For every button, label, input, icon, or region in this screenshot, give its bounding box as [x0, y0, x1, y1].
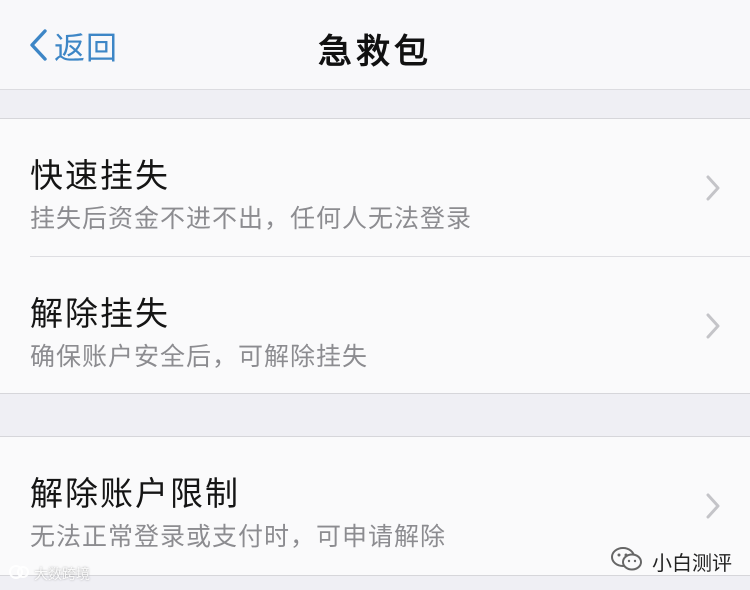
- page-title: 急救包: [318, 32, 432, 72]
- list-item-subtitle: 无法正常登录或支付时，可申请解除: [30, 522, 447, 551]
- watermark-right: 小白测评: [610, 546, 732, 577]
- watermark-right-text: 小白测评: [652, 551, 732, 575]
- app-screen: 返回 急救包 快速挂失 挂失后资金不进不出，任何人无法登录 解除挂失 确保账户安…: [0, 0, 750, 590]
- wechat-icon: [610, 546, 652, 577]
- list-item-cancel-report-loss[interactable]: 解除挂失 确保账户安全后，可解除挂失: [0, 257, 750, 395]
- watermark-left-text: 大数跨境: [34, 567, 90, 583]
- list-item-title: 解除挂失: [30, 294, 170, 333]
- nav-bar: 返回 急救包: [0, 0, 750, 90]
- settings-group-report-loss: 快速挂失 挂失后资金不进不出，任何人无法登录 解除挂失 确保账户安全后，可解除挂…: [0, 118, 750, 394]
- list-item-quick-report-loss[interactable]: 快速挂失 挂失后资金不进不出，任何人无法登录: [0, 119, 750, 257]
- watermark-logo-icon: [8, 564, 30, 584]
- list-item-subtitle: 确保账户安全后，可解除挂失: [30, 342, 369, 371]
- chevron-right-icon: [706, 313, 720, 343]
- chevron-right-icon: [706, 175, 720, 205]
- list-item-subtitle: 挂失后资金不进不出，任何人无法登录: [30, 204, 473, 233]
- list-item-title: 解除账户限制: [30, 474, 240, 513]
- chevron-right-icon: [706, 493, 720, 523]
- watermark-left: 大数跨境: [8, 564, 90, 584]
- list-item-title: 快速挂失: [30, 156, 170, 195]
